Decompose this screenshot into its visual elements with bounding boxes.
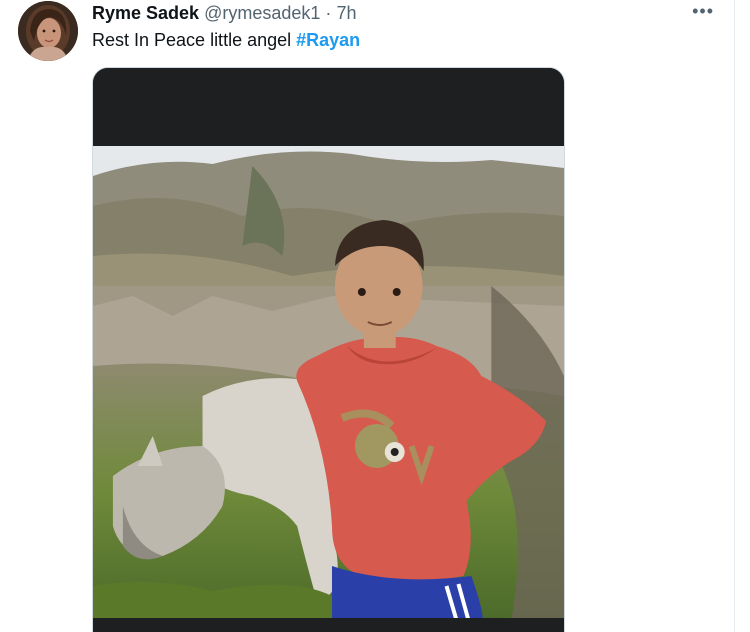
tweet-text-plain: Rest In Peace little angel — [92, 30, 297, 50]
display-name[interactable]: Ryme Sadek — [92, 3, 199, 23]
tweet-header: Ryme Sadek @rymesadek1 · 7h — [92, 2, 356, 24]
tweet[interactable]: Ryme Sadek @rymesadek1 · 7h ••• Rest In … — [0, 0, 735, 632]
avatar-image — [18, 1, 78, 61]
more-horizontal-icon[interactable]: ••• — [692, 1, 714, 22]
separator-dot: · — [325, 3, 332, 23]
tweet-text: Rest In Peace little angel #Rayan — [92, 29, 360, 51]
media-photo — [93, 146, 564, 620]
media-letterbox-top — [93, 68, 564, 146]
timestamp[interactable]: 7h — [336, 3, 356, 23]
tweet-media[interactable] — [92, 67, 565, 632]
user-handle[interactable]: @rymesadek1 — [204, 3, 320, 23]
avatar[interactable] — [18, 1, 78, 61]
hashtag-link[interactable]: #Rayan — [296, 30, 360, 50]
media-letterbox-bottom — [93, 618, 564, 632]
